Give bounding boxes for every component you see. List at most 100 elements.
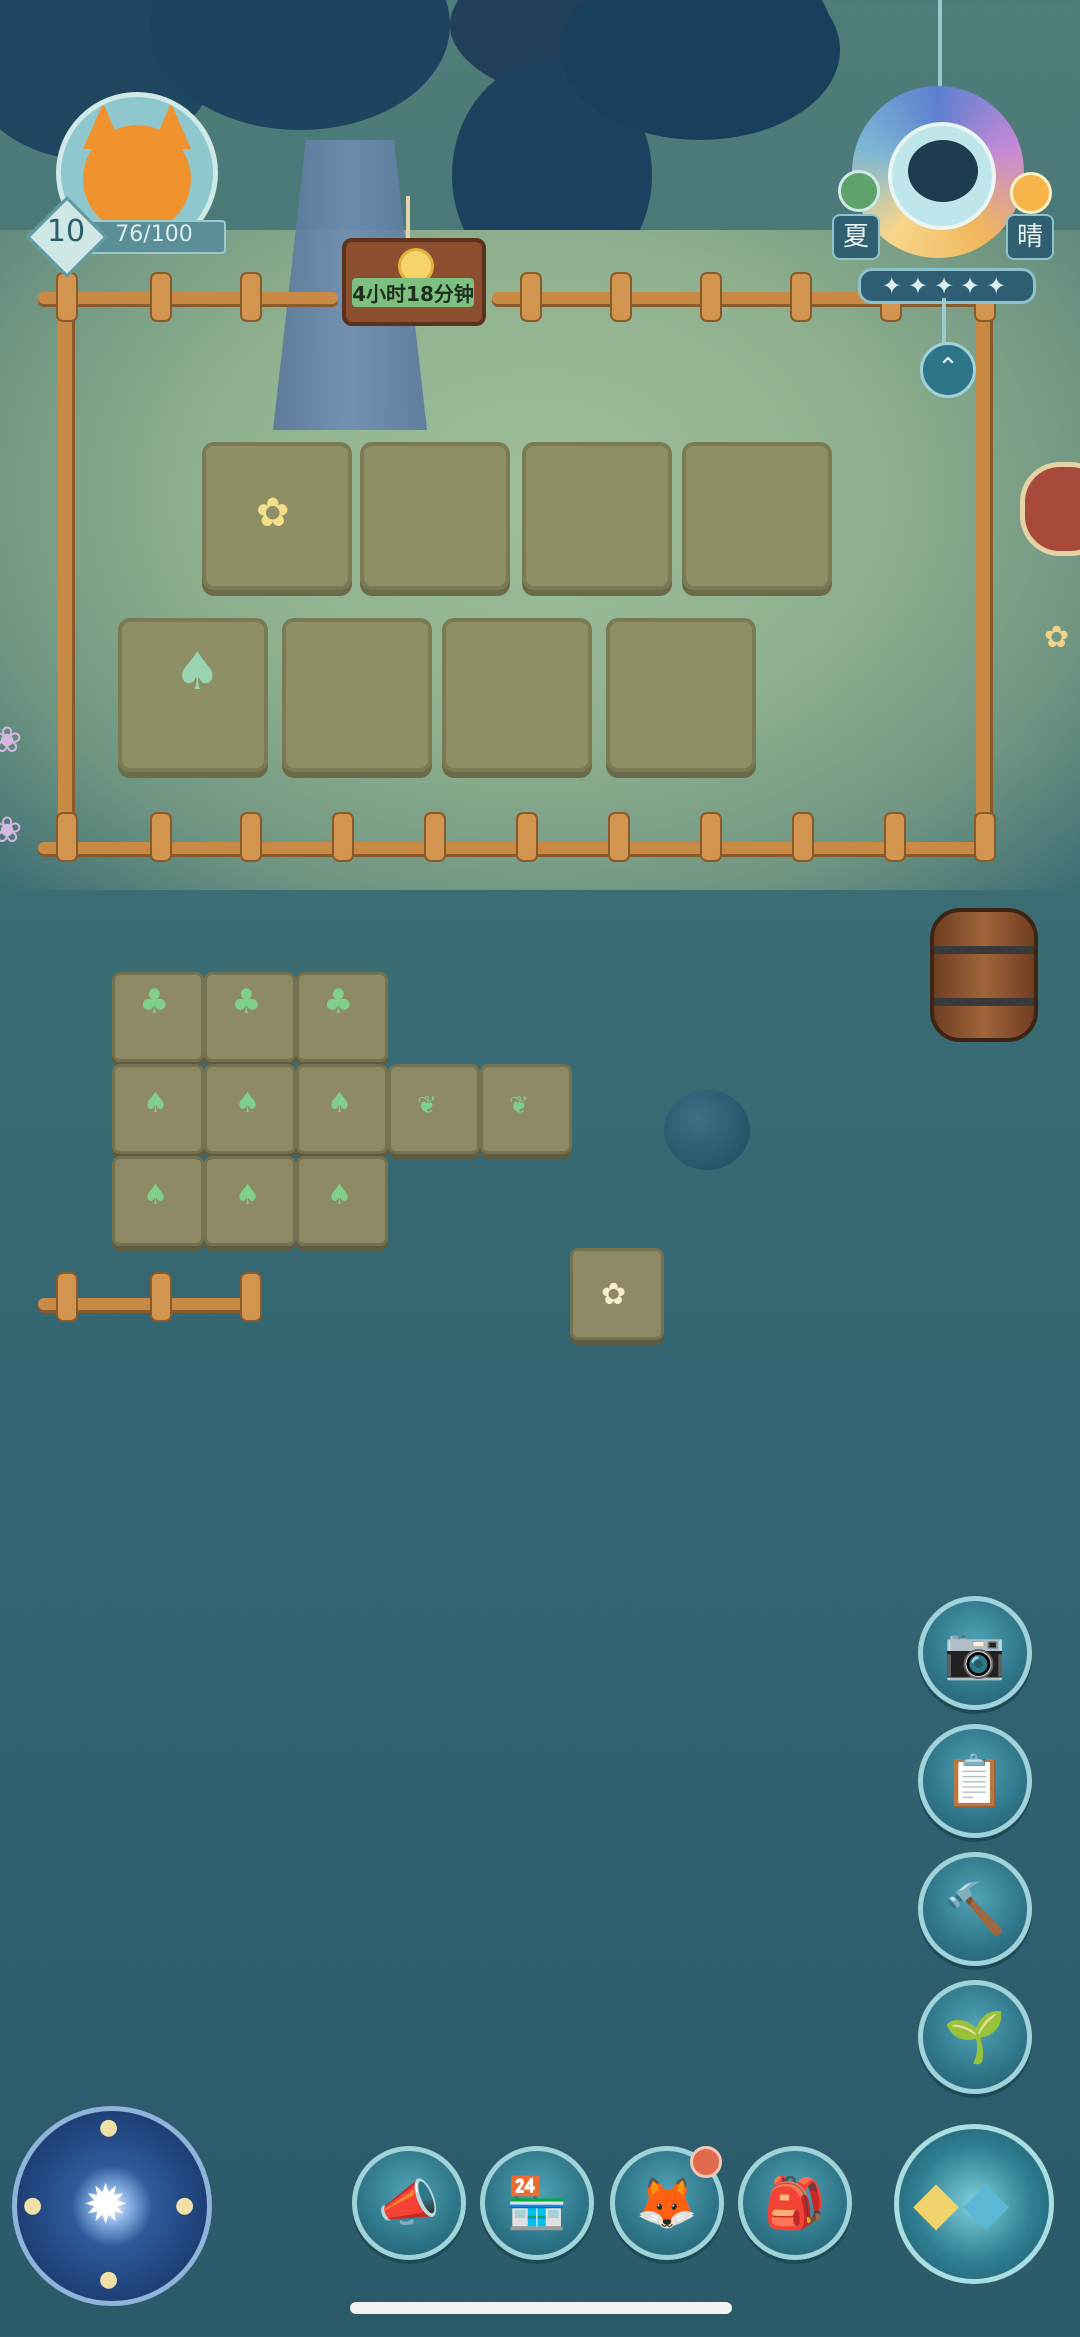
fence-post <box>150 272 172 322</box>
crop-plot[interactable]: ❦ <box>480 1064 572 1154</box>
compass-needle-icon: ◆ <box>963 2168 1010 2238</box>
crop-plot[interactable]: ♣ <box>112 972 204 1062</box>
fence-post <box>884 812 906 862</box>
cabbage-object[interactable] <box>664 1090 750 1170</box>
shop-icon: 🏪 <box>505 2174 569 2232</box>
fence-post <box>56 1272 78 1322</box>
crop-plot[interactable]: ♣ <box>204 972 296 1062</box>
flower-decor: ✿ <box>1044 620 1070 655</box>
backpack-icon: 🎒 <box>763 2174 827 2232</box>
tree-silhouette-icon <box>908 140 978 202</box>
crop-plot[interactable]: ♠ <box>204 1156 296 1246</box>
sprout-icon: ♣ <box>323 982 354 1022</box>
fence-post <box>240 272 262 322</box>
fence-rail <box>976 298 990 858</box>
fence-post <box>700 812 722 862</box>
fence-post <box>700 272 722 322</box>
compass-needle-icon: ◆ <box>913 2168 960 2238</box>
crop-plot[interactable]: ✿ <box>570 1248 664 1340</box>
camera-icon: 📷 <box>943 1624 1007 1682</box>
camera-button[interactable]: 📷 <box>918 1596 1032 1710</box>
sprout-icon: ♠ <box>174 642 221 702</box>
sprout-icon: ♠ <box>327 1178 353 1211</box>
barrel-band <box>934 946 1034 954</box>
sprout-icon: ♠ <box>327 1086 353 1119</box>
fence-post <box>56 812 78 862</box>
farm-plot[interactable] <box>682 442 832 590</box>
fence-post <box>610 272 632 322</box>
crop-plot[interactable]: ♠ <box>112 1156 204 1246</box>
farm-plot[interactable] <box>606 618 756 772</box>
sun-icon <box>1010 172 1052 214</box>
signboard[interactable] <box>1020 462 1080 556</box>
farm-plot[interactable] <box>522 442 672 590</box>
weather-hanger <box>938 0 942 88</box>
plant-button[interactable]: 🌱 <box>918 1980 1032 2094</box>
fence-post <box>424 812 446 862</box>
weather-condition-badge: 晴 <box>1006 214 1054 260</box>
sprout-icon: 🌱 <box>943 2008 1007 2066</box>
sprout-icon: ♠ <box>235 1178 261 1211</box>
sprout-icon: ❦ <box>417 1091 438 1119</box>
sprout-icon: ♠ <box>235 1086 261 1119</box>
chevron-up-icon: ⌃ <box>937 353 959 383</box>
moon-phase-icon: ● <box>23 2193 43 2218</box>
fence-post <box>150 812 172 862</box>
flower-decor: ❀ <box>0 720 23 761</box>
build-button[interactable]: 🔨 <box>918 1852 1032 1966</box>
star-rating: ✦✦✦✦✦ <box>858 268 1036 304</box>
hammer-icon: 🔨 <box>943 1880 1007 1938</box>
sun-icon: ✹ <box>83 2173 129 2236</box>
sprout-icon: ❦ <box>509 1091 530 1119</box>
crop-plot[interactable]: ❦ <box>388 1064 480 1154</box>
weather-hanger <box>942 298 946 344</box>
farm-plot[interactable]: ✿ <box>202 442 352 590</box>
barrel-object[interactable] <box>930 908 1038 1042</box>
home-indicator[interactable] <box>350 2302 732 2314</box>
crop-plot[interactable]: ♣ <box>296 972 388 1062</box>
crop-plot[interactable]: ♠ <box>296 1064 388 1154</box>
fence-post <box>332 812 354 862</box>
moon-phase-icon: ● <box>99 2267 119 2292</box>
megaphone-icon: 📣 <box>377 2174 441 2232</box>
season-badge: 夏 <box>832 214 880 260</box>
fence-post <box>150 1272 172 1322</box>
announcement-button[interactable]: 📣 <box>352 2146 466 2260</box>
fence-post <box>790 272 812 322</box>
crop-plot[interactable]: ♠ <box>112 1064 204 1154</box>
farm-plot[interactable] <box>360 442 510 590</box>
sprout-icon: ♠ <box>143 1086 169 1119</box>
fence-rail <box>58 298 72 858</box>
fence-rail <box>38 292 338 304</box>
fence-post <box>792 812 814 862</box>
flower-seed-icon: ✿ <box>256 490 290 536</box>
notification-dot <box>690 2146 722 2178</box>
sprout-icon: ♣ <box>139 982 170 1022</box>
barrel-band <box>934 998 1034 1006</box>
sign-rope <box>406 196 410 244</box>
flower-decor: ❀ <box>0 810 23 851</box>
expand-button[interactable]: ⌃ <box>920 342 976 398</box>
fence-post <box>974 812 996 862</box>
farm-plot[interactable] <box>282 618 432 772</box>
tasks-button[interactable]: 📋 <box>918 1724 1032 1838</box>
farm-plot[interactable] <box>442 618 592 772</box>
level-text: 10 <box>46 214 86 249</box>
fox-ear-left <box>83 103 123 149</box>
farm-plot[interactable]: ♠ <box>118 618 268 772</box>
weather-scene-icon <box>888 122 996 230</box>
crop-plot[interactable]: ♠ <box>296 1156 388 1246</box>
fence-post <box>240 1272 262 1322</box>
crop-plot[interactable]: ♠ <box>204 1064 296 1154</box>
magic-circle-button[interactable]: ● ● ● ● ✹ <box>12 2106 212 2306</box>
backpack-button[interactable]: 🎒 <box>738 2146 852 2260</box>
moon-phase-icon: ● <box>175 2193 195 2218</box>
sprout-icon: ♣ <box>231 982 262 1022</box>
fence-post <box>240 812 262 862</box>
shop-button[interactable]: 🏪 <box>480 2146 594 2260</box>
leaf-icon <box>838 170 880 212</box>
sprout-icon: ♠ <box>143 1178 169 1211</box>
compass-button[interactable]: ◆ ◆ <box>894 2124 1054 2284</box>
fence-post <box>608 812 630 862</box>
fence-post <box>516 812 538 862</box>
